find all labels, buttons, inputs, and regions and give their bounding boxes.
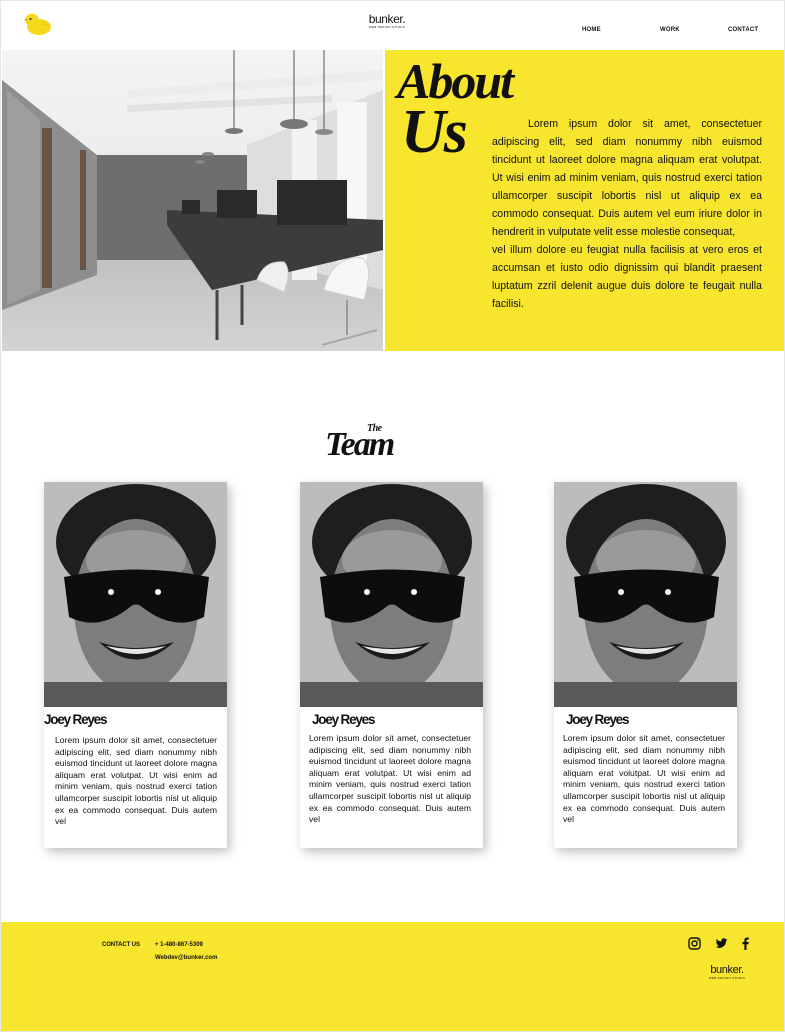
facebook-icon[interactable] — [739, 937, 752, 950]
team-heading: The Team — [323, 419, 433, 463]
duck-logo-icon[interactable] — [22, 12, 52, 36]
team-heading-large: Team — [325, 426, 395, 463]
team-member-name: Joey Reyes — [44, 712, 108, 727]
nav-contact[interactable]: CONTACT — [728, 27, 758, 33]
brand-tagline: WEB DESIGN STUDIO — [368, 25, 406, 29]
site-footer: CONTACT US + 1-480-867-5309 Webdev@bunke… — [1, 922, 784, 1031]
nav-work[interactable]: WORK — [660, 27, 680, 33]
team-member-photo — [300, 482, 483, 707]
footer-brand-name: bunker. — [710, 964, 744, 976]
about-section: About Us Lorem ipsum dolor sit amet, con… — [385, 50, 784, 351]
team-member-name: Joey Reyes — [312, 712, 376, 727]
team-member-bio: Lorem ipsum dolor sit amet, consectetuer… — [563, 733, 725, 825]
brand-logo[interactable]: bunker. WEB DESIGN STUDIO — [364, 13, 410, 29]
email-link[interactable]: Webdev@bunker.com — [155, 955, 217, 961]
team-card[interactable]: Joey Reyes Lorem ipsum dolor sit amet, c… — [44, 482, 227, 848]
contact-us-label: CONTACT US — [102, 942, 140, 948]
site-header: bunker. WEB DESIGN STUDIO HOME WORK CONT… — [1, 1, 784, 50]
team-card[interactable]: Joey Reyes Lorem ipsum dolor sit amet, c… — [300, 482, 483, 848]
team-member-bio: Lorem ipsum dolor sit amet, consectetuer… — [55, 735, 217, 827]
about-body: Lorem ipsum dolor sit amet, consectetuer… — [492, 115, 762, 313]
phone-link[interactable]: + 1-480-867-5309 — [155, 942, 203, 948]
brand-name: bunker. — [368, 12, 406, 26]
team-member-bio: Lorem ipsum dolor sit amet, consectetuer… — [309, 733, 471, 825]
page: bunker. WEB DESIGN STUDIO HOME WORK CONT… — [0, 0, 785, 1032]
footer-brand-logo[interactable]: bunker. WEB DESIGN STUDIO — [706, 964, 748, 981]
team-card[interactable]: Joey Reyes Lorem ipsum dolor sit amet, c… — [554, 482, 737, 848]
twitter-icon[interactable] — [715, 937, 728, 950]
nav-home[interactable]: HOME — [582, 27, 601, 33]
about-title-us: Us — [401, 98, 468, 166]
instagram-icon[interactable] — [688, 937, 701, 950]
team-member-photo — [554, 482, 737, 707]
about-paragraph: Lorem ipsum dolor sit amet, consectetuer… — [492, 118, 762, 238]
office-photo — [2, 50, 383, 351]
about-paragraph: vel illum dolore eu feugiat nulla facili… — [492, 244, 762, 310]
team-member-photo — [44, 482, 227, 707]
team-member-name: Joey Reyes — [566, 712, 630, 727]
footer-brand-tagline: WEB DESIGN STUDIO — [708, 976, 746, 980]
